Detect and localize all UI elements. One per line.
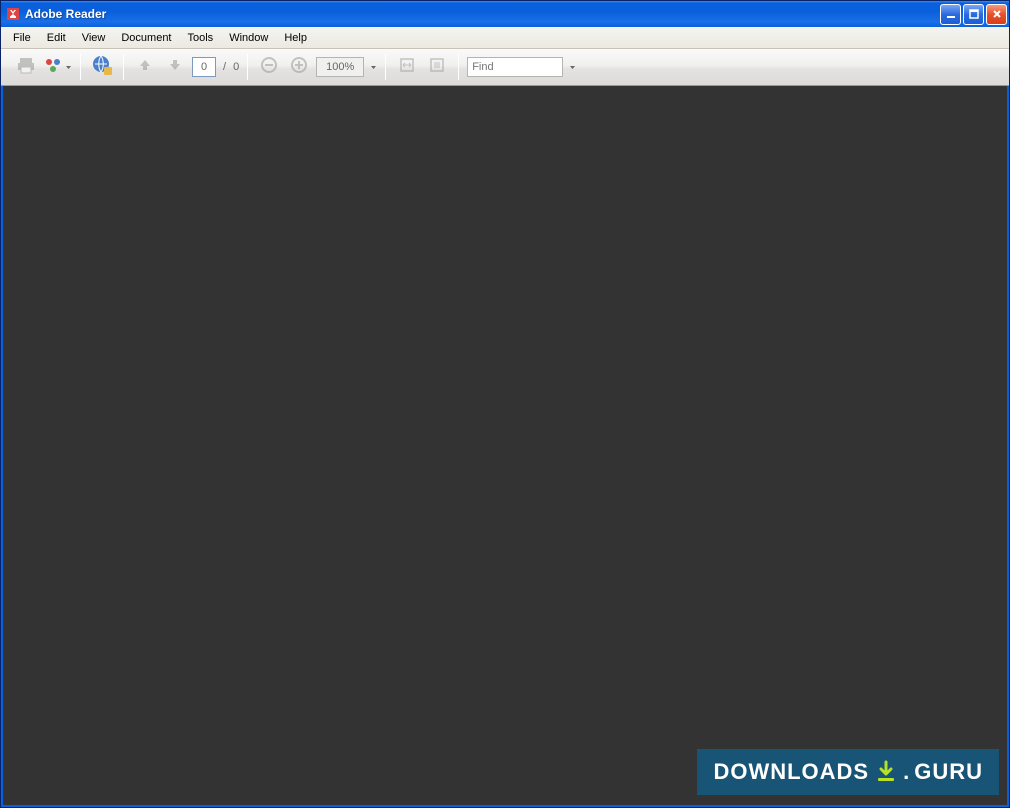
minimize-button[interactable] — [940, 4, 961, 25]
fit-page-icon — [428, 56, 446, 79]
printer-icon — [16, 55, 36, 80]
arrow-up-icon — [136, 56, 154, 79]
previous-page-button[interactable] — [132, 54, 158, 80]
page-separator: / — [220, 61, 229, 73]
window-controls — [940, 4, 1007, 25]
arrow-down-icon — [166, 56, 184, 79]
menu-edit[interactable]: Edit — [39, 29, 74, 47]
app-window: Adobe Reader File Edit View Document Too… — [0, 0, 1010, 808]
zoom-value-box[interactable]: 100% — [316, 57, 364, 77]
collaborate-button[interactable] — [43, 54, 72, 80]
fit-width-icon — [398, 56, 416, 79]
toolbar-separator — [458, 54, 459, 80]
toolbar-separator — [247, 54, 248, 80]
file-tools-group — [7, 54, 78, 80]
upload-group — [83, 54, 121, 80]
find-input[interactable] — [467, 57, 563, 77]
download-arrow-icon — [873, 759, 899, 785]
chevron-down-icon[interactable] — [569, 64, 576, 71]
maximize-button[interactable] — [963, 4, 984, 25]
menu-view[interactable]: View — [74, 29, 114, 47]
globe-upload-icon — [91, 54, 113, 81]
fit-page-button[interactable] — [424, 54, 450, 80]
watermark-dot: . — [903, 759, 910, 785]
page-total: 0 — [233, 61, 239, 73]
zoom-out-button[interactable] — [256, 54, 282, 80]
toolbar-separator — [80, 54, 81, 80]
menu-document[interactable]: Document — [113, 29, 179, 47]
print-button[interactable] — [13, 54, 39, 80]
plus-circle-icon — [290, 56, 308, 79]
next-page-button[interactable] — [162, 54, 188, 80]
zoom-in-button[interactable] — [286, 54, 312, 80]
share-icon — [43, 55, 63, 80]
watermark-badge: DOWNLOADS . GURU — [697, 749, 999, 795]
menu-tools[interactable]: Tools — [180, 29, 222, 47]
chevron-down-icon[interactable] — [370, 64, 377, 71]
page-nav-group: / 0 — [126, 54, 245, 80]
adobe-reader-icon — [5, 6, 21, 22]
watermark-text-guru: GURU — [914, 759, 983, 785]
page-number-input[interactable] — [192, 57, 216, 77]
toolbar: / 0 100% — [1, 49, 1009, 86]
titlebar: Adobe Reader — [1, 1, 1009, 27]
menu-help[interactable]: Help — [276, 29, 315, 47]
watermark-text-downloads: DOWNLOADS — [713, 759, 869, 785]
empty-document-background — [3, 86, 1007, 805]
fit-width-button[interactable] — [394, 54, 420, 80]
minus-circle-icon — [260, 56, 278, 79]
document-area: DOWNLOADS . GURU — [1, 86, 1009, 807]
zoom-group: 100% — [250, 54, 383, 80]
upload-button[interactable] — [89, 54, 115, 80]
zoom-value-text: 100% — [326, 61, 354, 73]
menu-window[interactable]: Window — [221, 29, 276, 47]
menu-file[interactable]: File — [5, 29, 39, 47]
menubar: File Edit View Document Tools Window Hel… — [1, 27, 1009, 49]
close-button[interactable] — [986, 4, 1007, 25]
toolbar-separator — [385, 54, 386, 80]
window-title: Adobe Reader — [25, 7, 940, 21]
find-group — [461, 57, 582, 77]
toolbar-separator — [123, 54, 124, 80]
fit-group — [388, 54, 456, 80]
chevron-down-icon — [65, 64, 72, 71]
